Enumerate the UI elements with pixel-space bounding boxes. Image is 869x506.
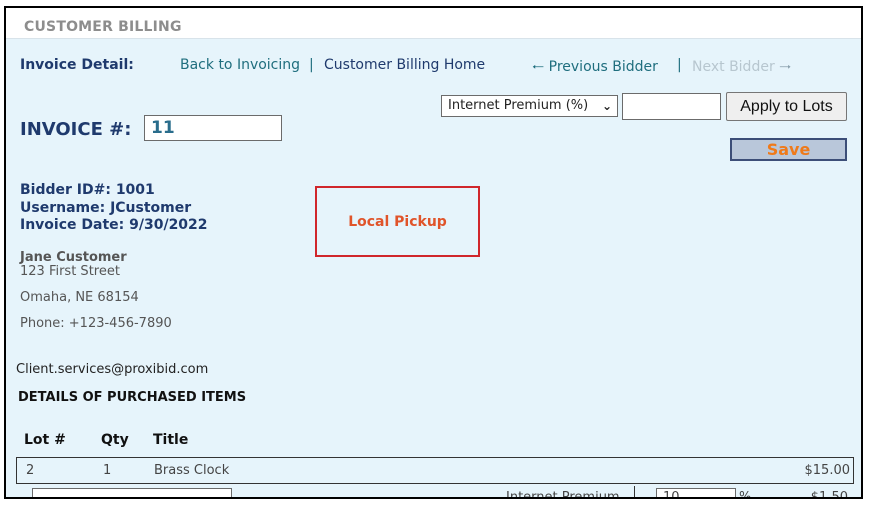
save-button[interactable]: Save: [730, 138, 847, 161]
shipping-method: Local Pickup: [348, 214, 447, 230]
invoice-number-label: INVOICE #:: [20, 119, 132, 140]
page-title: CUSTOMER BILLING: [24, 19, 182, 35]
shipping-method-box: Local Pickup: [315, 186, 480, 257]
previous-bidder-label: Previous Bidder: [548, 59, 658, 75]
invoice-date: Invoice Date: 9/30/2022: [20, 217, 208, 233]
chevron-down-icon: ⌄: [601, 99, 612, 113]
column-header-qty: Qty: [101, 432, 129, 448]
item-option-select[interactable]: [32, 488, 232, 497]
premium-type-select[interactable]: Internet Premium (%) ⌄: [441, 95, 618, 117]
row-title: Brass Clock: [154, 463, 230, 478]
premium-type-selected: Internet Premium (%): [448, 98, 589, 113]
invoice-detail-label: Invoice Detail:: [20, 57, 134, 73]
apply-to-lots-button[interactable]: Apply to Lots: [726, 92, 847, 121]
row-qty: 1: [103, 463, 112, 478]
previous-bidder-link[interactable]: 🠀 Previous Bidder: [532, 57, 658, 82]
customer-billing-window: CUSTOMER BILLING Invoice Detail: Back to…: [4, 6, 863, 499]
arrow-left-icon: 🠀: [532, 58, 545, 76]
customer-phone: Phone: +123-456-7890: [20, 316, 172, 331]
customer-name: Jane Customer: [20, 250, 127, 265]
row-amount: $15.00: [804, 463, 851, 478]
table-row[interactable]: 2 1 Brass Clock $15.00: [16, 457, 854, 484]
purchased-items-heading: DETAILS OF PURCHASED ITEMS: [18, 390, 247, 405]
sub-row-divider: [634, 486, 635, 497]
bidder-info: Bidder ID#: 1001 Username: JCustomer Inv…: [20, 182, 208, 235]
premium-percent-unit: %: [739, 490, 752, 499]
column-header-lot: Lot #: [24, 432, 66, 448]
header-band: CUSTOMER BILLING: [6, 8, 861, 39]
nav-separator-2: |: [677, 57, 682, 73]
customer-city: Omaha, NE 68154: [20, 290, 139, 305]
back-to-invoicing-link[interactable]: Back to Invoicing: [180, 57, 300, 73]
next-bidder-link[interactable]: Next Bidder 🠂: [692, 57, 791, 82]
nav-separator: |: [309, 57, 314, 73]
bidder-username: Username: JCustomer: [20, 199, 192, 216]
customer-email: Client.services@proxibid.com: [16, 362, 209, 377]
bidder-id: Bidder ID#: 1001: [20, 182, 155, 198]
premium-amount: $1.50: [810, 490, 848, 499]
invoice-number-field[interactable]: 11: [144, 115, 282, 141]
premium-sub-row: Internet Premium 10 % $1.50: [6, 486, 861, 499]
column-header-title: Title: [153, 432, 189, 448]
next-bidder-label: Next Bidder: [692, 59, 775, 75]
premium-value-input[interactable]: [622, 93, 721, 120]
row-lot: 2: [26, 463, 35, 478]
arrow-right-icon: 🠂: [779, 58, 792, 76]
sub-row-label: Internet Premium: [506, 490, 620, 499]
customer-billing-home-link[interactable]: Customer Billing Home: [324, 57, 485, 73]
customer-street: 123 First Street: [20, 264, 120, 279]
premium-percent-input[interactable]: 10: [656, 488, 736, 497]
